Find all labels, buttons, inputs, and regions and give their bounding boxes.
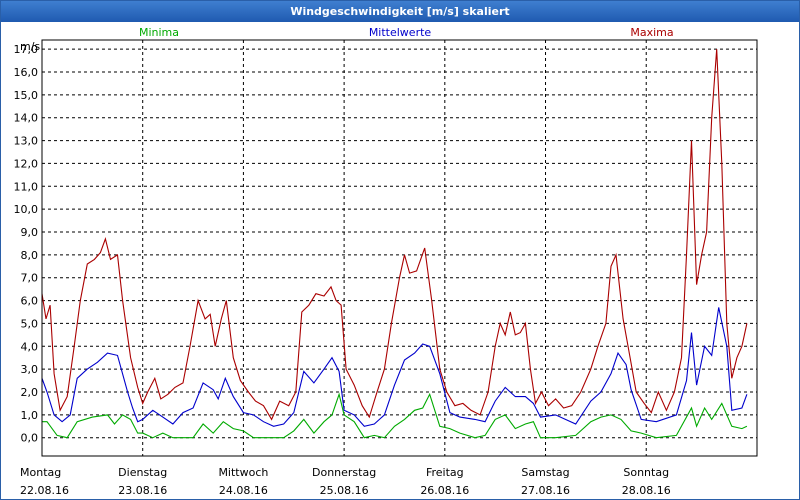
x-tick-day: Freitag <box>426 466 464 479</box>
x-tick-date: 22.08.16 <box>20 484 69 497</box>
y-tick-label: 4,0 <box>21 340 39 353</box>
legend-mittelwerte: Mittelwerte <box>369 26 432 39</box>
y-tick-label: 12,0 <box>14 157 39 170</box>
y-tick-label: 2,0 <box>21 386 39 399</box>
y-tick-label: 14,0 <box>14 112 39 125</box>
x-tick-day: Montag <box>20 466 61 479</box>
y-tick-label: 13,0 <box>14 135 39 148</box>
y-tick-label: 8,0 <box>21 249 39 262</box>
y-tick-label: 5,0 <box>21 317 39 330</box>
legend-minima: Minima <box>139 26 179 39</box>
series-lines <box>41 49 748 439</box>
x-tick-date: 24.08.16 <box>219 484 268 497</box>
x-tick-day: Dienstag <box>118 466 167 479</box>
x-axis-ticks: Montag 22.08.16 Dienstag 23.08.16 Mittwoch 24… <box>20 466 671 497</box>
y-tick-label: 9,0 <box>21 226 39 239</box>
x-tick-date: 23.08.16 <box>118 484 167 497</box>
x-tick-date: 25.08.16 <box>320 484 369 497</box>
x-tick-date: 28.08.16 <box>622 484 671 497</box>
y-tick-label: 1,0 <box>21 409 39 422</box>
y-tick-label: 11,0 <box>14 180 39 193</box>
x-tick-day: Sonntag <box>623 466 669 479</box>
series-mittelwerte <box>41 307 748 427</box>
plot-frame <box>41 39 758 457</box>
series-maxima <box>41 49 748 421</box>
y-axis-unit: m/s <box>20 40 40 53</box>
y-tick-label: 16,0 <box>14 66 39 79</box>
grid-lines <box>42 40 757 456</box>
y-tick-label: 7,0 <box>21 272 39 285</box>
x-tick-day: Mittwoch <box>218 466 268 479</box>
y-tick-label: 3,0 <box>21 363 39 376</box>
x-tick-day: Samstag <box>521 466 569 479</box>
x-tick-day: Donnerstag <box>312 466 376 479</box>
y-tick-label: 0,0 <box>21 432 39 445</box>
y-tick-label: 10,0 <box>14 203 39 216</box>
series-minima <box>42 392 748 439</box>
y-tick-label: 6,0 <box>21 295 39 308</box>
legend-maxima: Maxima <box>630 26 673 39</box>
y-axis-ticks: 0,0 1,0 2,0 3,0 4,0 5,0 6,0 7,0 8,0 9,0 10,0 11,0 12… <box>14 43 39 445</box>
x-tick-date: 27.08.16 <box>521 484 570 497</box>
wind-speed-chart: 0,0 1,0 2,0 3,0 4,0 5,0 6,0 7,0 8,0 9,0 10,0 11,0 12… <box>14 26 758 497</box>
y-tick-label: 15,0 <box>14 89 39 102</box>
x-tick-date: 26.08.16 <box>420 484 469 497</box>
